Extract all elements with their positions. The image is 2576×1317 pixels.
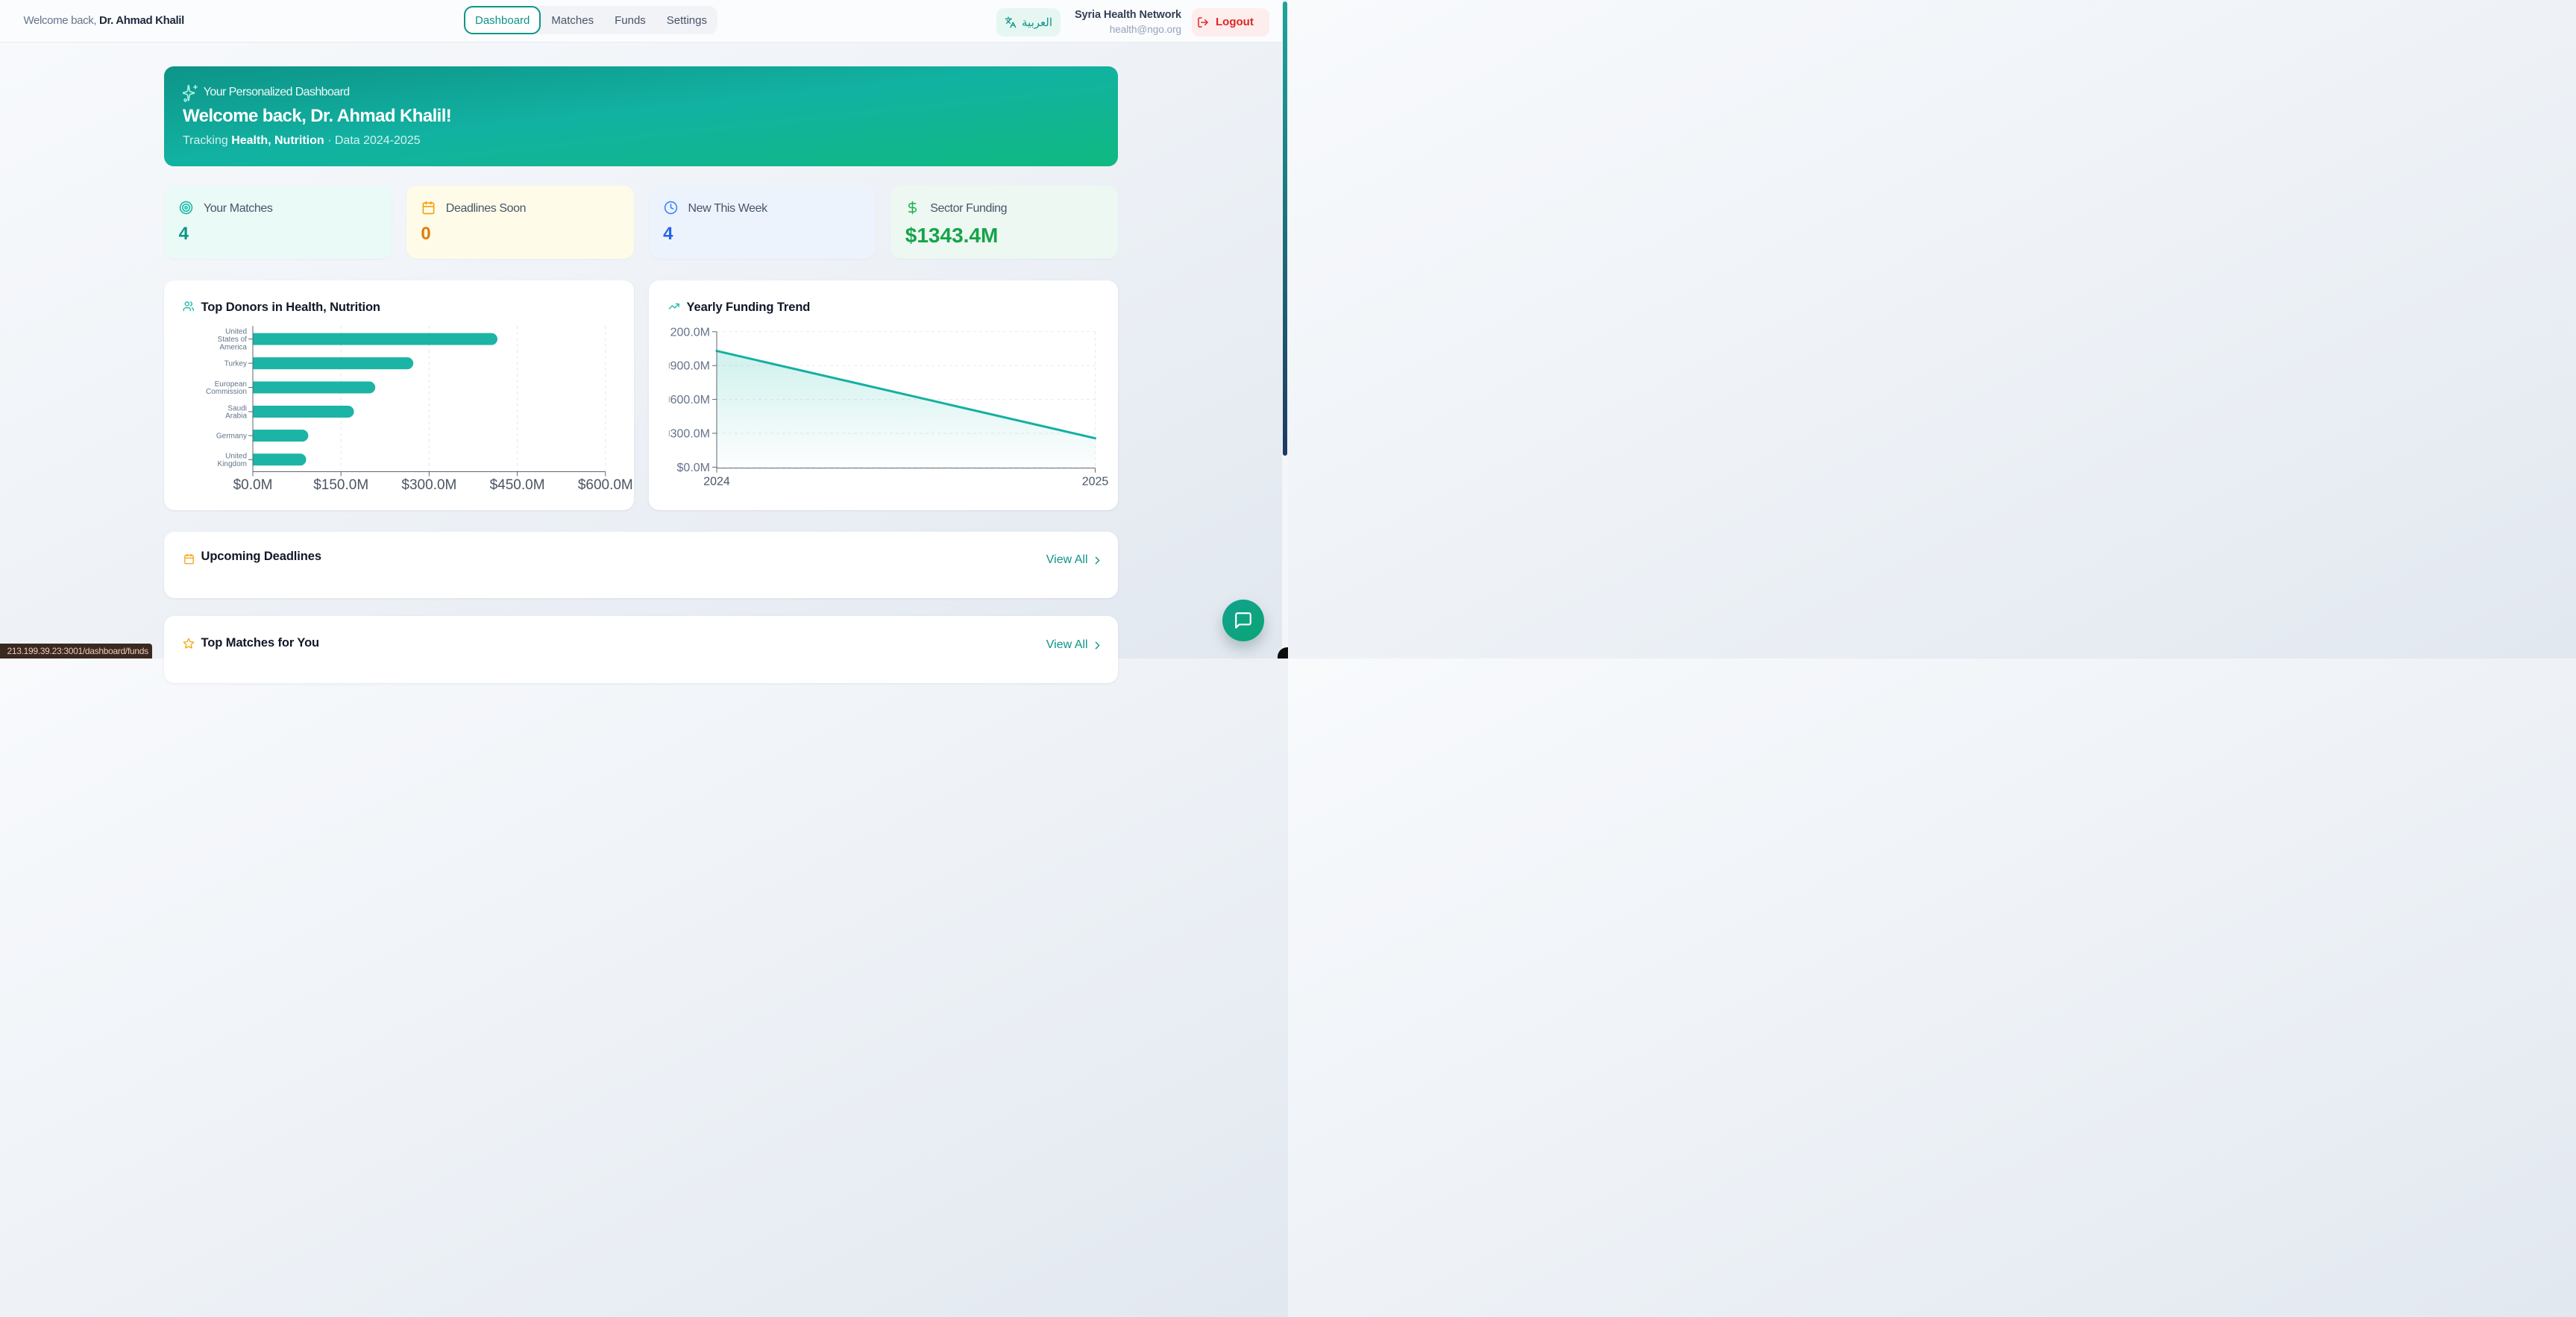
svg-text:Turkey: Turkey (224, 360, 247, 368)
svg-text:200.0M: 200.0M (670, 326, 709, 339)
svg-text:2024: 2024 (703, 475, 730, 488)
svg-text:Saudi: Saudi (227, 404, 247, 412)
svg-text:Arabia: Arabia (225, 412, 247, 421)
svg-text:600.0M: 600.0M (670, 394, 709, 406)
svg-text:States of: States of (218, 336, 248, 344)
svg-text:$0.0M: $0.0M (676, 462, 709, 474)
svg-text:Kingdom: Kingdom (218, 460, 247, 468)
svg-text:Commission: Commission (206, 388, 247, 396)
svg-text:$450.0M: $450.0M (490, 477, 545, 493)
svg-text:America: America (219, 344, 247, 352)
svg-text:$0.0M: $0.0M (233, 477, 273, 493)
svg-text:Germany: Germany (216, 433, 247, 441)
svg-text:300.0M: 300.0M (670, 428, 709, 441)
svg-text:$150.0M: $150.0M (313, 477, 368, 493)
svg-text:2025: 2025 (1081, 475, 1108, 488)
svg-text:$600.0M: $600.0M (578, 477, 633, 493)
svg-text:$300.0M: $300.0M (401, 477, 456, 493)
svg-text:European: European (215, 380, 247, 389)
svg-text:900.0M: 900.0M (670, 360, 709, 373)
svg-text:United: United (225, 328, 247, 336)
svg-text:United: United (225, 453, 247, 461)
